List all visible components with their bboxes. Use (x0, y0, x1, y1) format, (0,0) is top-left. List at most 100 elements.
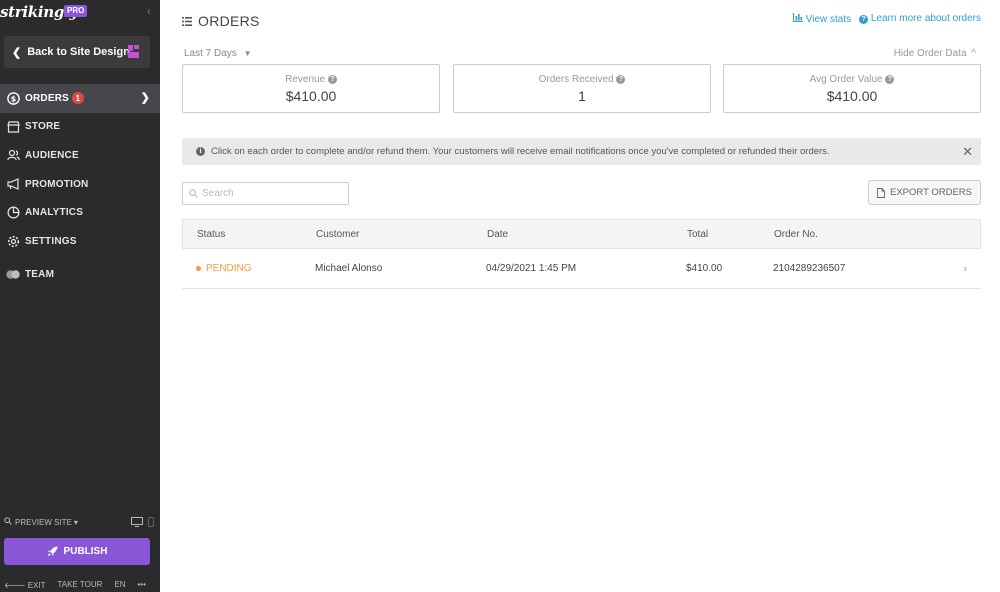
publish-button[interactable]: PUBLISH (4, 538, 150, 565)
table-row[interactable]: PENDING Michael Alonso 04/29/2021 1:45 P… (182, 249, 981, 289)
sidebar-item-team[interactable]: TEAM (0, 261, 160, 290)
device-toggle (131, 517, 154, 527)
page-title: ORDERS (182, 13, 260, 29)
hide-order-data-toggle[interactable]: Hide Order Data ^ (894, 48, 976, 59)
design-icon (128, 45, 139, 58)
preview-search-icon (4, 517, 12, 527)
status-text: PENDING (206, 263, 252, 274)
page-title-text: ORDERS (198, 13, 260, 29)
caret-down-icon: ▼ (243, 49, 252, 58)
stat-label: Orders Received ? (454, 74, 710, 85)
sidebar-item-label: TEAM (25, 269, 55, 281)
help-icon[interactable]: ? (616, 74, 626, 84)
help-icon: ? (859, 15, 869, 24)
dollar-circle-icon: $ (6, 91, 20, 105)
gear-icon (6, 234, 20, 248)
help-icon[interactable]: ? (885, 74, 895, 84)
store-icon (6, 120, 20, 134)
publish-label: PUBLISH (63, 546, 108, 557)
stat-value: $410.00 (285, 88, 337, 104)
back-button-label: Back to Site Design (27, 46, 130, 58)
rocket-icon (47, 546, 58, 557)
sidebar-item-label: PROMOTION (25, 178, 89, 190)
sidebar-item-label: ANALYTICS (25, 207, 84, 219)
megaphone-icon (6, 177, 20, 191)
svg-text:$: $ (10, 94, 16, 103)
take-tour-link[interactable]: TAKE TOUR (57, 580, 102, 590)
stat-label: Revenue ? (183, 74, 439, 85)
learn-more-link[interactable]: ? Learn more about orders (859, 13, 981, 25)
back-to-site-design-button[interactable]: ❮ Back to Site Design (4, 36, 150, 68)
main-content: ORDERS View stats ? Learn more about ord… (160, 0, 1000, 592)
status-dot-icon (196, 266, 201, 271)
orders-table: Status Customer Date Total Order No. PEN… (182, 219, 981, 289)
sidebar-item-label: AUDIENCE (25, 149, 79, 161)
column-header-customer: Customer (316, 228, 360, 240)
sidebar-item-audience[interactable]: AUDIENCE (0, 141, 160, 170)
sidebar-footer: 🡐 EXIT TAKE TOUR EN ••• (4, 580, 154, 590)
sidebar: strikingly PRO ‹ ❮ Back to Site Design $… (0, 0, 160, 592)
learn-more-label: Learn more about orders (870, 13, 981, 24)
chevron-left-icon: ❮ (12, 46, 22, 59)
stat-label-text: Revenue (285, 74, 326, 85)
search-icon (189, 189, 198, 198)
status-badge: PENDING (196, 263, 252, 274)
sidebar-item-label: STORE (25, 121, 61, 133)
export-orders-button[interactable]: EXPORT ORDERS (868, 180, 981, 205)
stat-label-text: Avg Order Value (809, 74, 883, 85)
help-icon[interactable]: ? (327, 74, 337, 84)
sidebar-item-store[interactable]: STORE (0, 113, 160, 142)
hide-order-data-label: Hide Order Data (893, 48, 967, 59)
search-box (182, 182, 349, 205)
preview-site-button[interactable]: PREVIEW SITE (15, 518, 72, 527)
sidebar-item-settings[interactable]: SETTINGS (0, 227, 160, 256)
stat-value: 1 (578, 88, 586, 104)
table-header: Status Customer Date Total Order No. (182, 219, 981, 249)
info-notice: i Click on each order to complete and/or… (182, 138, 981, 165)
avg-order-value-card: Avg Order Value ? $410.00 (723, 64, 981, 113)
chevron-right-icon: ❯ (140, 92, 150, 104)
more-options-icon[interactable]: ••• (138, 580, 146, 590)
order-no-cell: 2104289236507 (773, 263, 846, 274)
close-icon[interactable]: ✕ (962, 144, 973, 160)
column-header-date: Date (487, 228, 509, 240)
mobile-icon[interactable] (148, 517, 154, 527)
info-icon: i (196, 147, 205, 156)
language-select[interactable]: EN (114, 580, 125, 590)
file-icon (877, 187, 885, 198)
sidebar-item-label: ORDERS (25, 92, 69, 104)
customer-cell: Michael Alonso (315, 263, 383, 274)
column-header-total: Total (687, 228, 709, 240)
date-range-dropdown[interactable]: Last 7 Days ▼ (184, 48, 252, 59)
stat-value: $410.00 (826, 88, 878, 104)
notice-text: Click on each order to complete and/or r… (211, 146, 830, 157)
chevron-up-icon: ^ (971, 48, 976, 59)
column-header-order-no: Order No. (774, 228, 818, 240)
preview-site-row: PREVIEW SITE ▾ (4, 517, 154, 527)
team-icon (6, 268, 20, 282)
bar-chart-icon (792, 13, 803, 22)
chevron-right-icon[interactable]: › (963, 263, 967, 275)
desktop-icon[interactable] (131, 517, 143, 527)
sidebar-item-orders[interactable]: $ ORDERS 1 ❯ (0, 84, 160, 113)
pro-badge: PRO (64, 5, 88, 17)
audience-icon (6, 148, 20, 162)
sidebar-nav: $ ORDERS 1 ❯ STORE AUDIENCE PROMOTION AN… (0, 84, 160, 289)
view-stats-label: View stats (805, 14, 852, 25)
view-stats-link[interactable]: View stats (792, 13, 852, 25)
orders-received-card: Orders Received ? 1 (453, 64, 711, 113)
stat-label-text: Orders Received (538, 74, 614, 85)
caret-down-icon: ▾ (73, 517, 78, 527)
list-icon (182, 16, 192, 26)
date-range-value: Last 7 Days (184, 48, 237, 59)
collapse-sidebar-icon[interactable]: ‹ (147, 4, 151, 18)
exit-link[interactable]: 🡐 EXIT (4, 580, 45, 590)
sidebar-item-analytics[interactable]: ANALYTICS (0, 198, 160, 227)
sidebar-item-promotion[interactable]: PROMOTION (0, 170, 160, 199)
total-cell: $410.00 (686, 263, 723, 274)
orders-count-badge: 1 (71, 92, 84, 105)
date-cell: 04/29/2021 1:45 PM (486, 263, 577, 274)
export-orders-label: EXPORT ORDERS (889, 187, 972, 198)
header-links: View stats ? Learn more about orders (792, 13, 981, 25)
search-input[interactable] (202, 188, 342, 199)
